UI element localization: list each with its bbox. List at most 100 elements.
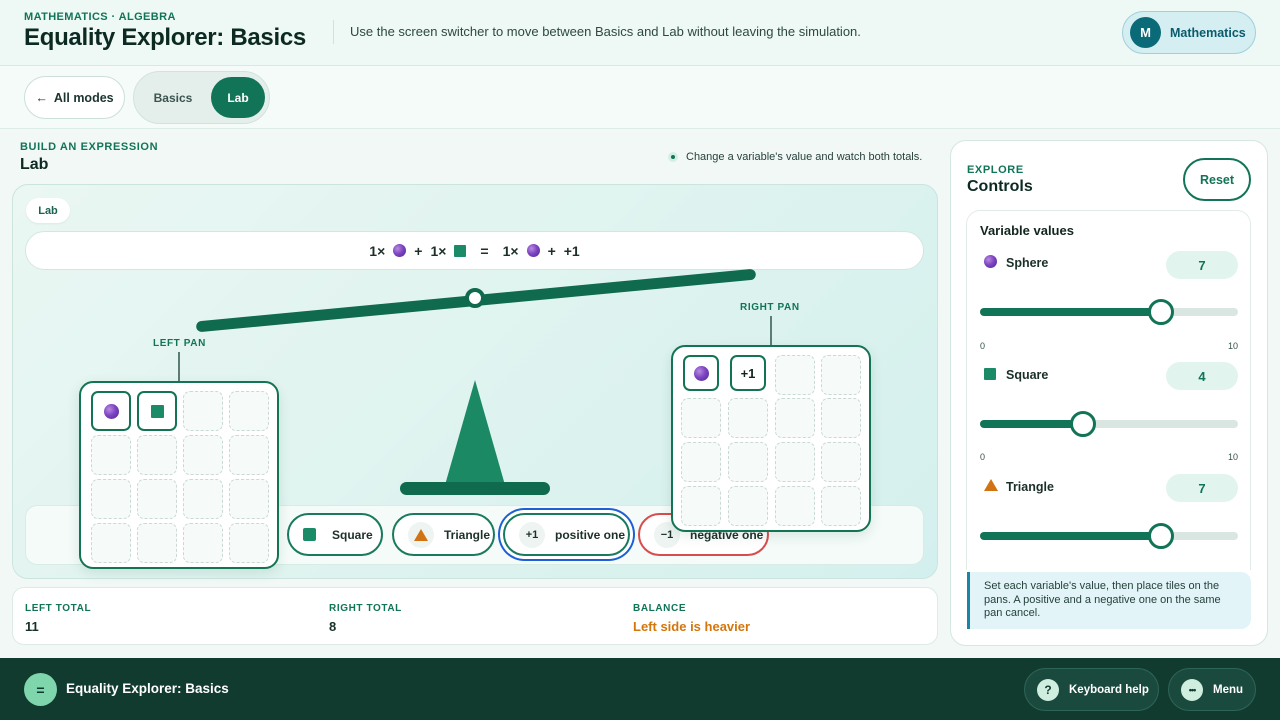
section-title: Lab: [20, 156, 49, 173]
equals-sign: =: [480, 242, 489, 259]
pan-cell: [183, 435, 223, 475]
sphere-icon: [984, 255, 997, 268]
right-pan[interactable]: +1: [671, 345, 871, 532]
tile-label: Triangle: [444, 527, 491, 542]
triangle-slider-track[interactable]: [980, 532, 1238, 540]
right-term-1-coef: 1×: [502, 242, 519, 259]
square-max-tick: 10: [1228, 452, 1239, 462]
sphere-value[interactable]: 7: [1166, 251, 1238, 279]
panel-eyebrow: EXPLORE: [967, 164, 1024, 176]
pan-cell: [775, 442, 815, 482]
pan-cell: [137, 435, 177, 475]
right-pan-hanger: [770, 316, 772, 346]
right-constant: +1: [563, 242, 580, 259]
subject-label: Mathematics: [1170, 25, 1246, 40]
left-term-2-coef: 1×: [430, 242, 447, 259]
left-pan[interactable]: [79, 381, 279, 569]
sphere-slider-thumb[interactable]: [1147, 299, 1174, 325]
tile-positive-one[interactable]: +1 positive one: [503, 513, 630, 556]
pan-tile-plus-one[interactable]: +1: [730, 355, 766, 391]
plus-op: +: [547, 242, 556, 259]
tip-text: Change a variable's value and watch both…: [686, 151, 923, 163]
question-icon: ?: [1037, 678, 1059, 701]
variable-name-sphere: Sphere: [1006, 256, 1049, 270]
tile-square[interactable]: Square: [287, 513, 383, 556]
square-min-tick: 0: [980, 452, 986, 462]
balance-status: Left side is heavier: [633, 619, 751, 634]
right-pan-label: RIGHT PAN: [740, 302, 800, 313]
pan-cell: [681, 442, 721, 482]
tile-triangle[interactable]: Triangle: [392, 513, 495, 556]
pan-cell: [821, 442, 861, 482]
right-total-value: 8: [329, 619, 337, 634]
triangle-value[interactable]: 7: [1166, 474, 1238, 502]
square-slider-thumb[interactable]: [1070, 411, 1097, 437]
beam-pivot: [465, 288, 485, 308]
pan-cell: [229, 435, 269, 475]
sphere-icon: [526, 244, 540, 257]
variable-name-triangle: Triangle: [1006, 480, 1054, 494]
pan-cell: [91, 479, 131, 519]
pan-cell: [91, 435, 131, 475]
right-total-label: RIGHT TOTAL: [329, 603, 402, 614]
pan-cell: [137, 523, 177, 563]
totals-bar: [12, 587, 938, 645]
help-note: Set each variable's value, then place ti…: [967, 572, 1251, 629]
pan-tile-square[interactable]: [137, 391, 177, 431]
left-term-1-coef: 1×: [369, 242, 386, 259]
pan-cell: [183, 391, 223, 431]
pan-cell: [775, 398, 815, 438]
sphere-min-tick: 0: [980, 341, 986, 351]
triangle-slider-fill: [980, 532, 1161, 540]
triangle-slider-thumb[interactable]: [1147, 523, 1174, 549]
tile-label: positive one: [555, 527, 626, 542]
left-pan-label: LEFT PAN: [153, 338, 206, 349]
tile-label: Square: [332, 527, 373, 542]
pan-cell: [137, 479, 177, 519]
keyboard-help-button[interactable]: ? Keyboard help: [1024, 668, 1159, 711]
panel-title: Controls: [967, 178, 1033, 195]
keyboard-help-label: Keyboard help: [1069, 683, 1149, 696]
triangle-icon: [408, 521, 434, 548]
pan-cell: [821, 398, 861, 438]
header-hint: Use the screen switcher to move between …: [350, 24, 861, 39]
pan-cell: [728, 486, 768, 526]
tip: Change a variable's value and watch both…: [668, 151, 922, 163]
tab-basics[interactable]: Basics: [142, 77, 204, 118]
reset-button[interactable]: Reset: [1183, 158, 1251, 201]
info-dot-icon: [668, 152, 678, 162]
triangle-icon: [984, 479, 998, 491]
sphere-max-tick: 10: [1228, 341, 1239, 351]
fulcrum: [445, 380, 505, 485]
square-value[interactable]: 4: [1166, 362, 1238, 390]
pan-cell: [681, 486, 721, 526]
subject-avatar: M: [1130, 17, 1161, 48]
left-pan-hanger: [178, 352, 180, 382]
square-slider-fill: [980, 420, 1084, 428]
pan-cell: [229, 523, 269, 563]
all-modes-button[interactable]: ← All modes: [24, 76, 125, 119]
footer-title: Equality Explorer: Basics: [66, 681, 229, 696]
plus-op: +: [414, 242, 423, 259]
header-divider: [333, 20, 334, 44]
square-slider-track[interactable]: [980, 420, 1238, 428]
pan-tile-sphere[interactable]: [91, 391, 131, 431]
pan-cell: [229, 391, 269, 431]
balance-label: BALANCE: [633, 603, 687, 614]
tab-lab[interactable]: Lab: [211, 77, 265, 118]
square-icon: [984, 368, 996, 380]
menu-button[interactable]: ••• Menu: [1168, 668, 1256, 711]
subject-button[interactable]: M Mathematics: [1122, 11, 1256, 54]
sphere-slider-track[interactable]: [980, 308, 1238, 316]
sphere-icon: [103, 403, 119, 419]
left-total-value: 11: [25, 619, 39, 634]
pan-cell: [183, 479, 223, 519]
variable-name-square: Square: [1006, 368, 1049, 382]
pan-cell: [229, 479, 269, 519]
pan-cell: [681, 398, 721, 438]
pan-cell: [728, 398, 768, 438]
left-total-label: LEFT TOTAL: [25, 603, 92, 614]
pan-tile-sphere[interactable]: [683, 355, 719, 391]
menu-label: Menu: [1213, 683, 1244, 696]
page-title: Equality Explorer: Basics: [24, 24, 306, 51]
